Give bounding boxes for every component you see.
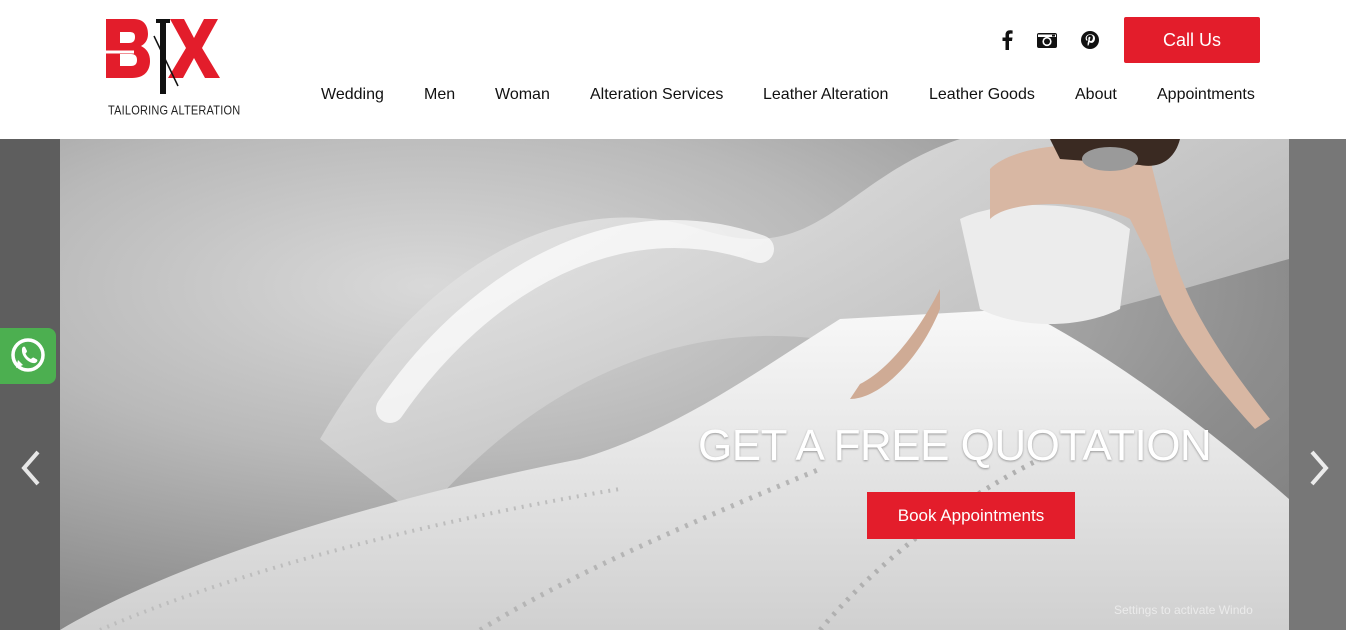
book-appointments-button[interactable]: Book Appointments	[867, 492, 1075, 539]
nav-item-about[interactable]: About	[1075, 86, 1117, 104]
nav-item-leather-goods[interactable]: Leather Goods	[929, 86, 1035, 104]
call-us-button[interactable]: Call Us	[1124, 17, 1260, 63]
nav-item-woman[interactable]: Woman	[495, 86, 550, 104]
nav-item-appointments[interactable]: Appointments	[1157, 86, 1255, 104]
whatsapp-button[interactable]	[0, 328, 56, 384]
instagram-icon[interactable]	[1035, 28, 1059, 52]
slider-right-edge	[1289, 139, 1346, 630]
chevron-left-icon	[21, 450, 40, 486]
windows-activation-watermark: Settings to activate Windo	[1114, 603, 1253, 617]
nav-item-leather-alteration[interactable]: Leather Alteration	[763, 86, 888, 104]
hero-slide-image	[60, 139, 1289, 630]
nav-item-men[interactable]: Men	[424, 86, 455, 104]
whatsapp-icon	[11, 338, 45, 372]
main-nav: Wedding Men Woman Alteration Services Le…	[0, 86, 1346, 106]
hero-heading: GET A FREE QUOTATION	[698, 421, 1212, 470]
facebook-icon[interactable]	[995, 28, 1019, 52]
wedding-dress-image	[60, 139, 1289, 630]
slider-prev-arrow[interactable]	[16, 448, 46, 488]
hero-slider: Settings to activate Windo	[0, 139, 1346, 630]
pinterest-icon[interactable]	[1078, 28, 1102, 52]
site-header: TAILORING ALTERATION Call Us Wedding Men…	[0, 0, 1346, 139]
nav-item-alteration-services[interactable]: Alteration Services	[590, 86, 723, 104]
slider-next-arrow[interactable]	[1304, 448, 1334, 488]
slider-left-edge	[0, 139, 60, 630]
chevron-right-icon	[1310, 450, 1329, 486]
nav-item-wedding[interactable]: Wedding	[321, 86, 384, 104]
